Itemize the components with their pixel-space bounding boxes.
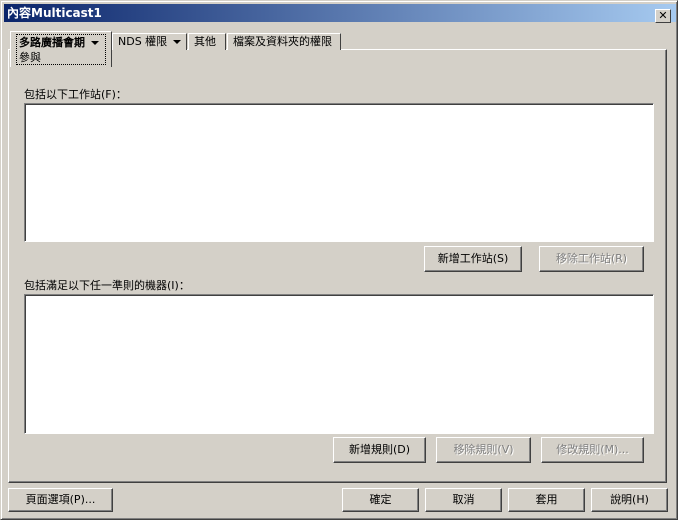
close-button[interactable]: ✕ [655,9,671,23]
tab-sublabel: 參與 [19,51,41,64]
close-icon: ✕ [658,9,668,22]
edit-rule-button[interactable]: 修改規則(M)... [541,437,644,463]
tab-file-folder-rights[interactable]: 檔案及資料夾的權限 [227,33,341,50]
chevron-down-icon[interactable] [173,40,182,44]
page-options-button[interactable]: 頁面選項(P)... [8,488,113,512]
workstations-label: 包括以下工作站(F)： [24,88,127,101]
remove-workstation-button[interactable]: 移除工作站(R) [539,246,644,272]
rules-label: 包括滿足以下任一準則的機器(I)： [24,279,190,292]
help-button[interactable]: 說明(H) [591,488,668,512]
tab-label: NDS 權限 [118,35,168,48]
ok-button[interactable]: 確定 [342,488,419,512]
tab-nds-rights[interactable]: NDS 權限 [112,33,187,50]
chevron-down-icon[interactable] [91,41,99,45]
tab-label: 其他 [194,35,216,48]
tab-label: 多路廣播會期 [19,36,85,49]
add-workstation-button[interactable]: 新增工作站(S) [424,246,522,272]
tab-label: 檔案及資料夾的權限 [233,35,332,48]
remove-rule-button[interactable]: 移除規則(V) [436,437,531,463]
apply-button[interactable]: 套用 [508,488,585,512]
window-title: 內容Multicast1 [7,6,102,20]
add-rule-button[interactable]: 新增規則(D) [333,437,426,463]
title-bar: 內容Multicast1 ✕ [4,4,676,23]
tab-other[interactable]: 其他 [188,33,226,50]
cancel-button[interactable]: 取消 [425,488,502,512]
tab-multicast-session[interactable]: 多路廣播會期 參與 [10,31,112,67]
rules-list[interactable] [24,294,654,434]
workstations-list[interactable] [24,103,654,242]
